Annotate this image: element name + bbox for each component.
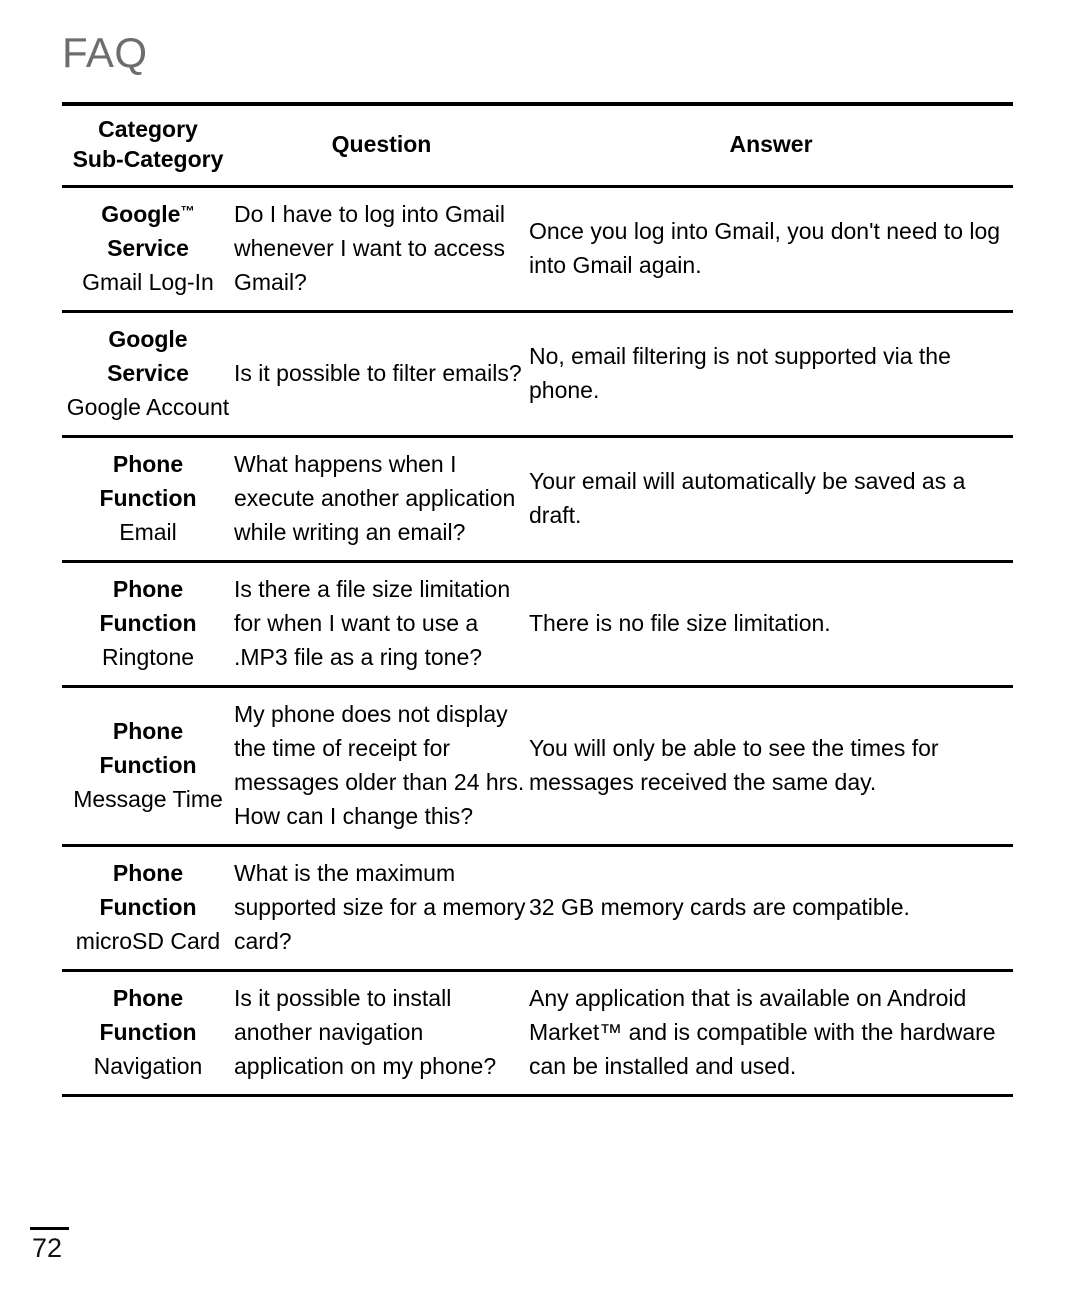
cell-category: Phone Function microSD Card <box>62 846 234 971</box>
cell-category: Google Service Google Account <box>62 311 234 436</box>
faq-table: Category Sub-Category Question Answer Go… <box>62 102 1013 1097</box>
category-main-line1: Phone <box>112 576 184 602</box>
category-main-line2: Function <box>99 484 197 511</box>
category-main-line2: Function <box>99 610 197 637</box>
page-number: 72 <box>32 1233 63 1263</box>
cell-answer: 32 GB memory cards are compatible. <box>529 894 910 921</box>
cell-question: What happens when I execute another appl… <box>234 450 516 545</box>
cell-answer: You will only be able to see the times f… <box>529 735 939 796</box>
cell-answer: Once you log into Gmail, you don't need … <box>529 217 1001 278</box>
category-sub: Ringtone <box>101 644 195 671</box>
category-main-line1: Phone <box>112 450 184 477</box>
category-sub: Gmail Log-In <box>82 268 214 295</box>
cell-question: What is the maximum supported size for a… <box>234 860 526 955</box>
category-main-line2: Function <box>99 752 197 779</box>
cell-answer: There is no file size limitation. <box>529 610 831 637</box>
category-sub: Navigation <box>93 1053 203 1080</box>
table-row: Phone Function Email What happens when I ex… <box>62 436 1013 562</box>
cell-question: My phone does not display the time of re… <box>234 701 525 830</box>
table-row: Google™ Service Gmail Log-In Do I have to l… <box>62 186 1013 312</box>
trademark-symbol: ™ <box>180 203 195 220</box>
cell-category: Phone Function Email <box>62 436 234 561</box>
table-row: Phone Function Navigation Is it possible to… <box>62 971 1013 1096</box>
cell-question: Is there a file size limitation for when… <box>234 576 511 671</box>
cell-answer: No, email filtering is not supported via… <box>529 342 951 403</box>
category-main-line1: Phone <box>112 718 184 745</box>
page-title: FAQ <box>62 29 148 76</box>
column-header-category-line1: Category <box>98 116 198 142</box>
table-row: Phone Function Message Time My phone does n… <box>62 687 1013 846</box>
cell-category: Phone Function Ringtone <box>62 562 234 687</box>
category-sub: microSD Card <box>75 928 221 955</box>
cell-question: Is it possible to filter emails? <box>234 359 522 386</box>
category-main-line2: Function <box>99 894 197 921</box>
column-header-question: Question <box>331 131 432 158</box>
category-sub: Email <box>119 518 177 545</box>
cell-question: Is it possible to install another naviga… <box>234 985 497 1080</box>
table-header-row: Category Sub-Category Question Answer <box>62 104 1013 187</box>
category-main-line1: Google™ <box>101 200 195 227</box>
cell-category: Phone Function Message Time <box>62 687 234 846</box>
table-row: Google Service Google Account Is it possibl… <box>62 311 1013 437</box>
cell-category: Phone Function Navigation <box>62 971 234 1096</box>
faq-page: FAQ Category Sub-Category Question Answe… <box>0 0 1080 1296</box>
category-main-line1: Phone <box>112 985 184 1012</box>
category-main-line2: Service <box>107 234 189 261</box>
table-row: Phone Function microSD Card What is the max… <box>62 846 1013 971</box>
table-row: Phone Function Ringtone Is there a file siz… <box>62 562 1013 687</box>
footer-rule <box>30 1227 69 1230</box>
cell-answer: Your email will automatically be saved a… <box>529 467 966 528</box>
table-header: Category Sub-Category Question Answer <box>62 104 1013 187</box>
category-sub: Google Account <box>66 393 230 420</box>
category-main-line1: Phone <box>112 860 184 887</box>
cell-answer: Any application that is available on And… <box>529 985 996 1080</box>
table-body: Google™ Service Gmail Log-In Do I have to l… <box>62 186 1013 1096</box>
column-header-answer: Answer <box>729 131 813 158</box>
cell-question: Do I have to log into Gmail whenever I w… <box>234 200 506 295</box>
cell-category: Google™ Service Gmail Log-In <box>62 186 234 311</box>
column-header-category-line2: Sub-Category <box>72 146 224 173</box>
category-main-line2: Service <box>107 359 189 386</box>
category-main-line2: Function <box>99 1019 197 1046</box>
category-main-line1: Google <box>108 325 188 352</box>
column-header-category: Category Sub-Category <box>62 104 234 186</box>
category-sub: Message Time <box>73 786 223 813</box>
